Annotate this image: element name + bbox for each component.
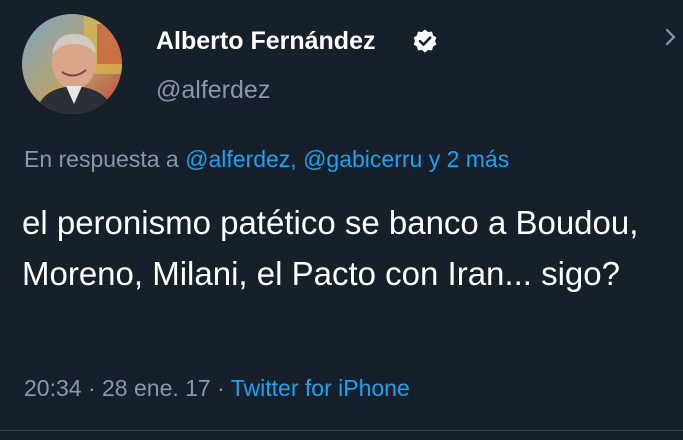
- divider: [0, 430, 683, 431]
- verified-badge-icon: [413, 29, 437, 53]
- handle[interactable]: @alferdez: [156, 74, 270, 106]
- meta-separator: ·: [87, 375, 96, 401]
- meta-separator: ·: [217, 375, 225, 401]
- tweet-text: el peronismo patético se banco a Boudou,…: [22, 204, 639, 292]
- mention-link[interactable]: @gabicerru: [303, 146, 422, 172]
- reply-prefix: En respuesta a: [24, 146, 179, 172]
- tweet-time[interactable]: 20:34: [24, 375, 82, 401]
- more-mentions-link[interactable]: y 2 más: [429, 146, 510, 172]
- reply-context: En respuesta a @alferdez, @gabicerru y 2…: [24, 143, 509, 175]
- tweet-source-link[interactable]: Twitter for iPhone: [231, 375, 410, 401]
- profile-photo-icon: [22, 14, 122, 114]
- more-options-icon[interactable]: [664, 24, 678, 54]
- tweet-card: Alberto Fernández @alferdez En respuesta…: [0, 0, 683, 440]
- tweet-date[interactable]: 28 ene. 17: [102, 375, 211, 401]
- mention-link[interactable]: @alferdez,: [185, 146, 297, 172]
- avatar[interactable]: [22, 14, 122, 114]
- tweet-meta: 20:34 · 28 ene. 17 · Twitter for iPhone: [24, 372, 410, 404]
- display-name[interactable]: Alberto Fernández: [156, 25, 375, 57]
